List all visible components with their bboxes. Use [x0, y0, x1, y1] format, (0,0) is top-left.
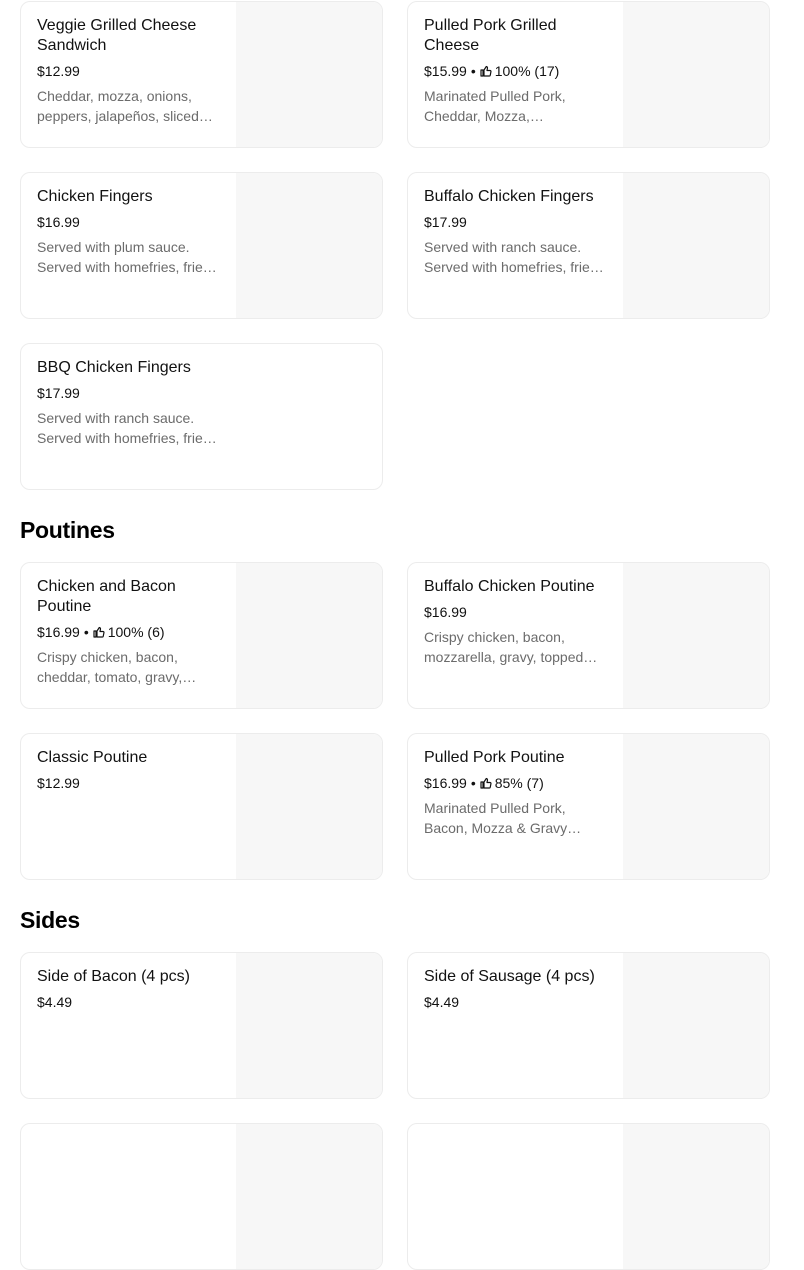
menu-item-meta: $12.99 — [37, 774, 223, 792]
menu-item-info: Pulled Pork Poutine $16.99 • 85% (7) Mar… — [424, 748, 610, 838]
menu-item-image — [236, 2, 382, 147]
menu-item-description: Served with ranch sauce. Served with hom… — [424, 239, 597, 275]
menu-item-name: BBQ Chicken Fingers — [37, 359, 191, 376]
menu-item-price: $12.99 — [37, 63, 80, 79]
menu-item-card[interactable]: Chicken Fingers $16.99 Served with plum … — [20, 172, 383, 319]
menu-item-meta: $4.49 — [424, 993, 610, 1011]
menu-item-image — [623, 563, 769, 708]
menu-item-name: Chicken Fingers — [37, 188, 153, 205]
menu-item-description: Cheddar, mozza, onions, peppers, jalapeñ… — [37, 88, 199, 124]
menu-item-rating: 100% (6) — [107, 624, 165, 640]
menu-item-meta: $17.99 — [37, 384, 223, 402]
menu-item-price: $17.99 — [37, 385, 80, 401]
menu-item-price: $12.99 — [37, 775, 80, 791]
menu-item-price: $16.99 — [37, 624, 80, 640]
menu-item-info: Buffalo Chicken Poutine $16.99 Crispy ch… — [424, 577, 610, 667]
menu-item-card[interactable]: Side of Sausage (4 pcs) $4.49 — [407, 952, 770, 1099]
menu-item-description: Served with ranch sauce. Served with hom… — [37, 410, 210, 446]
menu-item-info: Veggie Grilled Cheese Sandwich $12.99 Ch… — [37, 16, 223, 126]
menu-item-image — [623, 953, 769, 1098]
menu-item-meta: $16.99 • 100% (6) — [37, 623, 223, 641]
menu-item-image — [236, 563, 382, 708]
menu-item-name: Classic Poutine — [37, 749, 148, 766]
menu-item-meta: $16.99 — [37, 213, 223, 231]
menu-item-card[interactable]: Side of Bacon (4 pcs) $4.49 — [20, 952, 383, 1099]
menu-item-card[interactable] — [20, 1123, 383, 1270]
menu-item-card[interactable]: Chicken and Bacon Poutine $16.99 • 100% … — [20, 562, 383, 709]
menu-item-name: Side of Bacon (4 pcs) — [37, 968, 190, 985]
menu-item-image — [623, 734, 769, 879]
menu-item-name: Buffalo Chicken Poutine — [424, 578, 595, 595]
menu-item-description: Marinated Pulled Pork, Bacon, Mozza & Gr… — [424, 800, 568, 836]
menu-item-price: $15.99 — [424, 63, 467, 79]
thumbs-up-icon — [480, 777, 492, 789]
menu-item-info: Chicken and Bacon Poutine $16.99 • 100% … — [37, 577, 223, 687]
menu-item-card[interactable]: Pulled Pork Grilled Cheese $15.99 • 100%… — [407, 1, 770, 148]
menu-item-description: Marinated Pulled Pork, Cheddar, Mozza, C… — [424, 88, 566, 124]
menu-item-rating: 85% (7) — [494, 775, 544, 791]
menu-item-description: Served with plum sauce. Served with home… — [37, 239, 210, 275]
menu-item-info: Buffalo Chicken Fingers $17.99 Served wi… — [424, 187, 610, 277]
menu-item-image — [236, 1124, 382, 1269]
menu-item-info: Classic Poutine $12.99 — [37, 748, 223, 792]
menu-item-price: $16.99 — [424, 604, 467, 620]
menu-item-description: Crispy chicken, bacon, cheddar, tomato, … — [37, 649, 183, 685]
menu-item-card[interactable]: Classic Poutine $12.99 — [20, 733, 383, 880]
section-title-sides: Sides — [20, 907, 80, 933]
menu-item-info: Pulled Pork Grilled Cheese $15.99 • 100%… — [424, 16, 610, 126]
menu-item-info: Side of Sausage (4 pcs) $4.49 — [424, 967, 610, 1011]
menu-item-price: $4.49 — [424, 994, 460, 1010]
thumbs-up-icon — [93, 626, 105, 638]
menu-item-image — [623, 173, 769, 318]
section-title-poutines: Poutines — [20, 517, 115, 543]
menu-item-meta: $15.99 • 100% (17) — [424, 62, 610, 80]
menu-item-card[interactable]: BBQ Chicken Fingers $17.99 Served with r… — [20, 343, 383, 490]
menu-item-info: Chicken Fingers $16.99 Served with plum … — [37, 187, 223, 277]
menu-item-meta: $17.99 — [424, 213, 610, 231]
meta-separator: • — [83, 624, 89, 640]
menu-item-price: $16.99 — [424, 775, 467, 791]
menu-item-meta: $4.49 — [37, 993, 223, 1011]
menu-item-name: Chicken and Bacon Poutine — [37, 578, 176, 615]
meta-separator: • — [470, 63, 476, 79]
menu-item-image — [623, 2, 769, 147]
menu-item-info: BBQ Chicken Fingers $17.99 Served with r… — [37, 358, 223, 448]
menu-item-image — [236, 953, 382, 1098]
menu-item-name: Pulled Pork Poutine — [424, 749, 565, 766]
menu-item-name: Pulled Pork Grilled Cheese — [424, 17, 557, 54]
menu-item-card[interactable] — [407, 1123, 770, 1270]
menu-item-description: Crispy chicken, bacon, mozzarella, gravy… — [424, 629, 584, 665]
menu-item-price: $16.99 — [37, 214, 80, 230]
menu-item-meta: $16.99 — [424, 603, 610, 621]
thumbs-up-icon — [480, 65, 492, 77]
menu-item-card[interactable]: Buffalo Chicken Fingers $17.99 Served wi… — [407, 172, 770, 319]
menu-item-card[interactable]: Buffalo Chicken Poutine $16.99 Crispy ch… — [407, 562, 770, 709]
menu-item-name: Side of Sausage (4 pcs) — [424, 968, 595, 985]
menu-item-image — [623, 1124, 769, 1269]
menu-item-info: Side of Bacon (4 pcs) $4.49 — [37, 967, 223, 1011]
menu-item-name: Buffalo Chicken Fingers — [424, 188, 594, 205]
menu-item-meta: $12.99 — [37, 62, 223, 80]
menu-item-image — [236, 173, 382, 318]
meta-separator: • — [470, 775, 476, 791]
menu-item-meta: $16.99 • 85% (7) — [424, 774, 610, 792]
menu-item-card[interactable]: Veggie Grilled Cheese Sandwich $12.99 Ch… — [20, 1, 383, 148]
menu-item-image — [236, 734, 382, 879]
menu-item-price: $4.49 — [37, 994, 73, 1010]
menu-item-price: $17.99 — [424, 214, 467, 230]
menu-item-rating: 100% (17) — [494, 63, 560, 79]
menu-item-card[interactable]: Pulled Pork Poutine $16.99 • 85% (7) Mar… — [407, 733, 770, 880]
menu-item-name: Veggie Grilled Cheese Sandwich — [37, 17, 197, 54]
